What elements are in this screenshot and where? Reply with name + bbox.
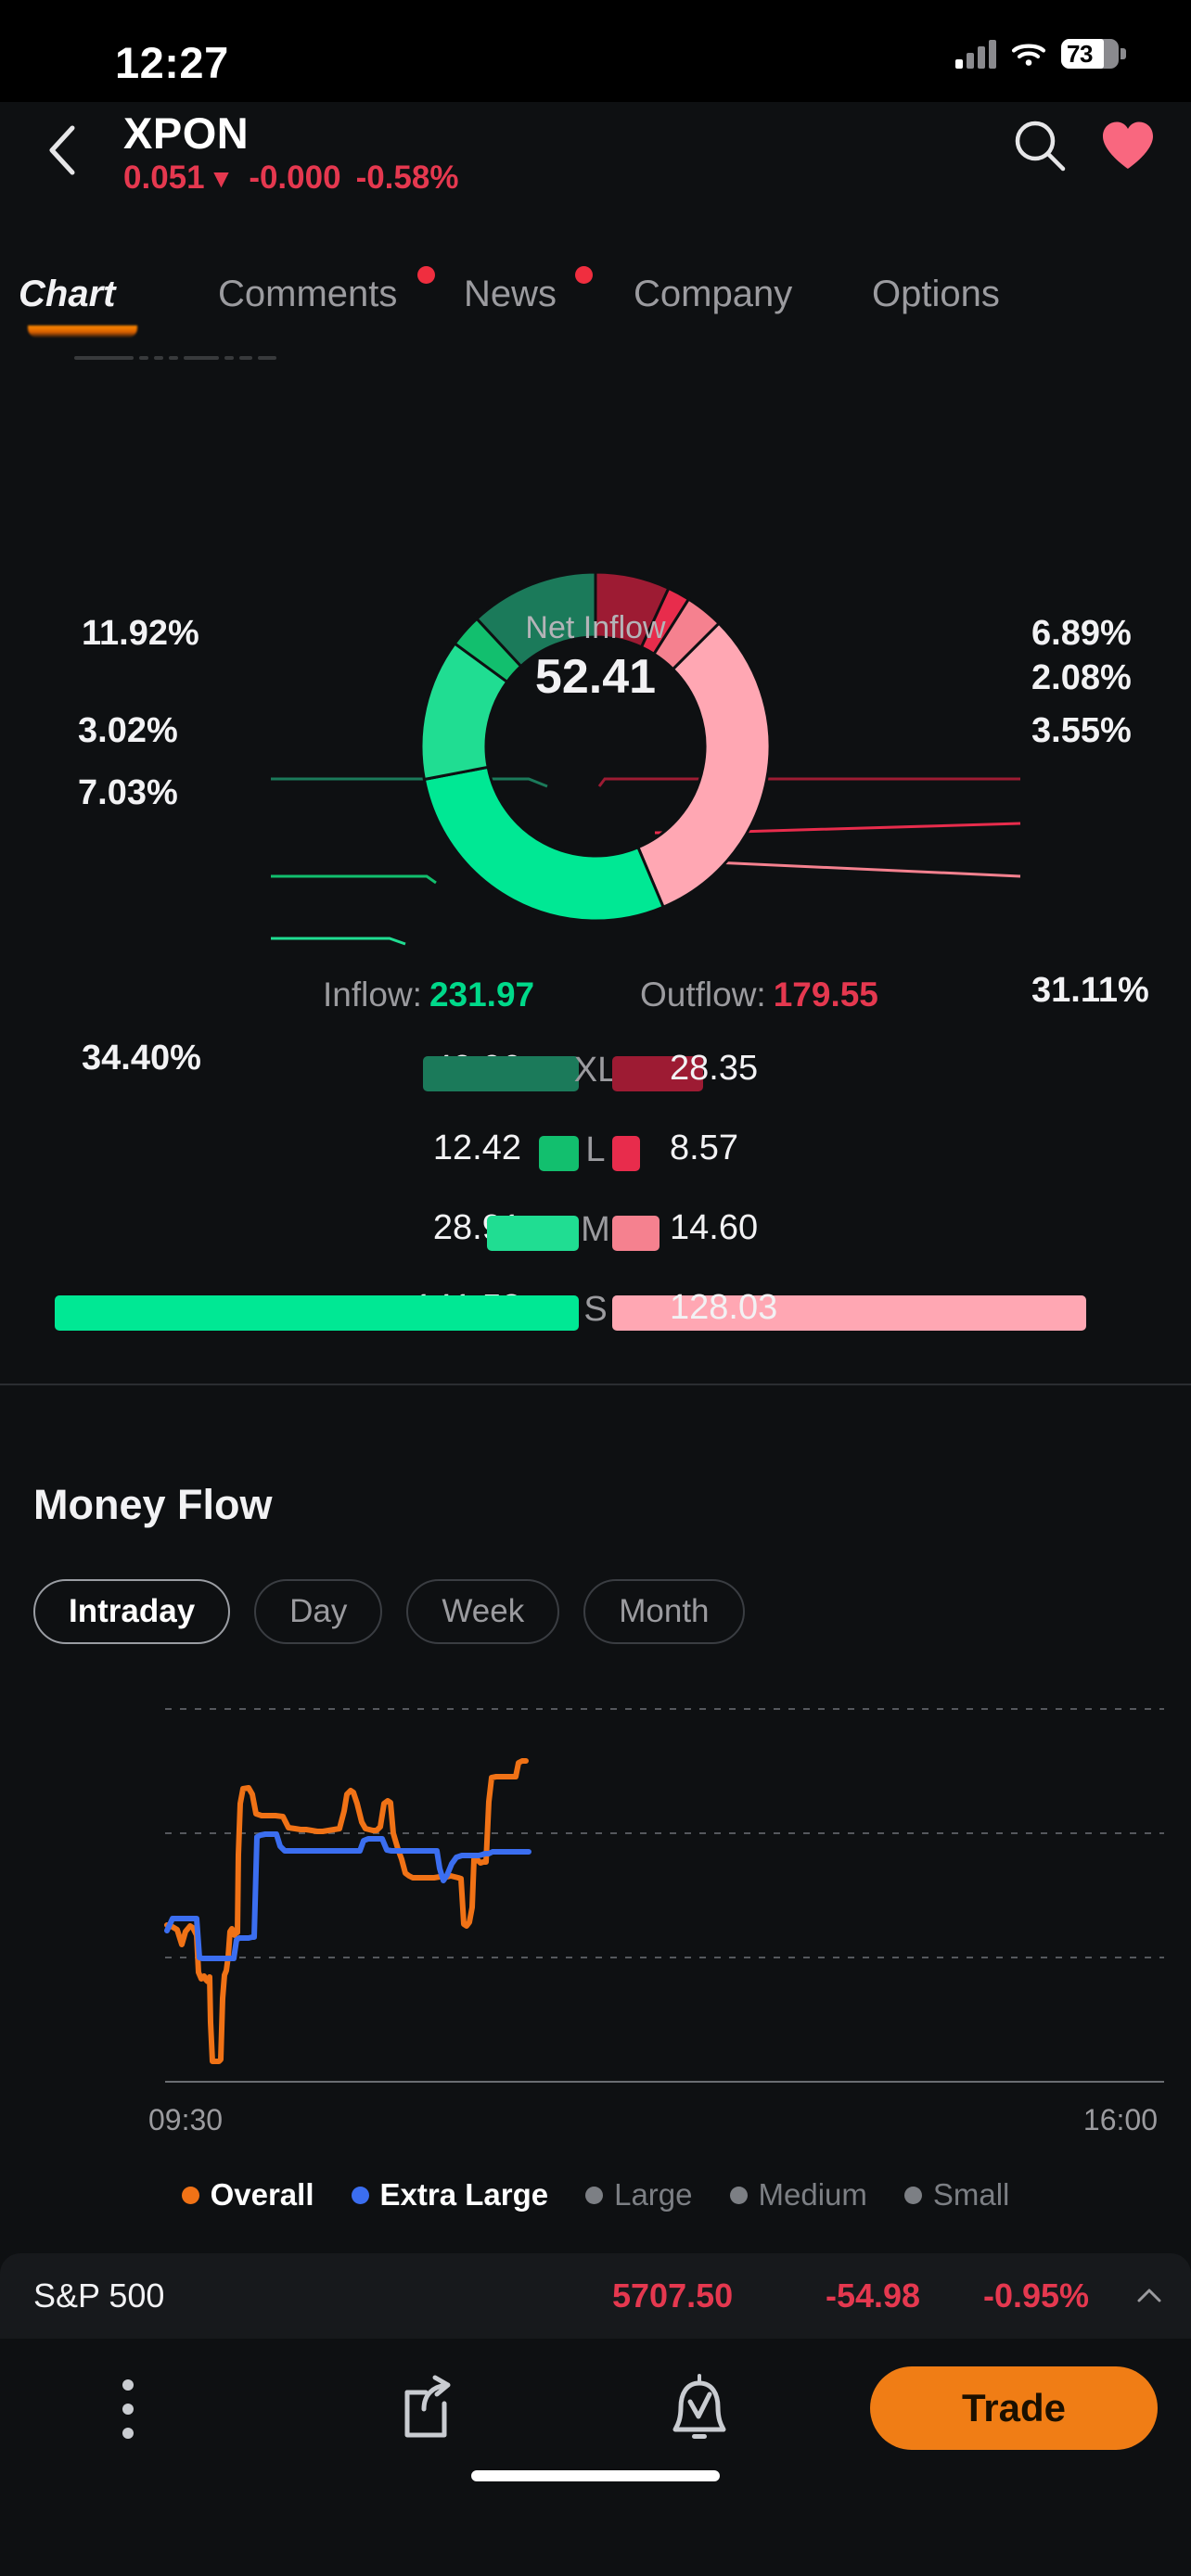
bar-category-m: M	[581, 1210, 610, 1249]
legend-extra-large[interactable]: Extra Large	[351, 2177, 549, 2213]
tab-news-badge	[575, 266, 593, 284]
index-name: S&P 500	[33, 2276, 165, 2315]
tab-comments-badge	[417, 266, 435, 284]
nav-header: XPON 0.051 ▼ -0.000 -0.58%	[0, 102, 1191, 202]
bar-category-l: L	[585, 1130, 606, 1169]
donut-label-xl-inflow: 11.92%	[82, 614, 199, 653]
index-ticker-bar[interactable]: S&P 500 5707.50 -54.98 -0.95%	[0, 2253, 1191, 2339]
donut-label-l-inflow: 3.02%	[78, 711, 178, 750]
quote-summary: 0.051 ▼ -0.000 -0.58%	[123, 159, 458, 197]
legend-label-overall: Overall	[210, 2177, 314, 2212]
x-axis-label-start: 09:30	[148, 2103, 224, 2136]
status-bar-icons: 73	[955, 39, 1126, 69]
tab-news[interactable]: News	[464, 274, 557, 315]
money-flow-line-chart[interactable]: 57.01K 23.31K -10.39K -44.09K	[0, 1692, 1191, 2091]
donut-label-m-inflow: 7.03%	[78, 773, 178, 812]
bar-category-xl: XL	[573, 1051, 618, 1090]
quote-change-percent: -0.58%	[355, 159, 459, 196]
donut-center-value: 52.41	[534, 650, 657, 704]
legend-label-large: Large	[614, 2177, 693, 2212]
series-overall-line	[164, 1758, 529, 2064]
legend-dot-extra-large	[351, 2186, 369, 2204]
heart-icon[interactable]	[1100, 120, 1156, 172]
period-intraday[interactable]: Intraday	[33, 1579, 231, 1644]
status-bar: 12:27 73	[0, 0, 1191, 102]
index-value: 5707.50	[612, 2276, 734, 2315]
legend-medium[interactable]: Medium	[729, 2177, 867, 2213]
legend-label-small: Small	[932, 2177, 1010, 2212]
x-axis-label-end: 16:00	[1082, 2103, 1158, 2136]
index-change: -54.98	[826, 2276, 921, 2315]
bar-value-outflow-xl: 28.35	[670, 1049, 759, 1088]
period-selector: Intraday Day Week Month	[33, 1579, 745, 1644]
legend-overall[interactable]: Overall	[181, 2177, 314, 2213]
back-button[interactable]	[30, 117, 96, 184]
flow-bar-chart: 49.06 XL 28.35 12.42 L 8.57 28.91 M 14.6…	[0, 1034, 1191, 1353]
bottom-toolbar: Trade	[0, 2339, 1191, 2506]
donut-label-m-outflow: 3.55%	[1031, 711, 1132, 750]
bar-value-outflow-l: 8.57	[670, 1129, 738, 1167]
flow-summary: Inflow: 231.97 Outflow: 179.55	[0, 976, 1191, 1031]
scrolled-content-edge	[74, 348, 315, 363]
tab-company[interactable]: Company	[634, 274, 792, 315]
inflow-value: 231.97	[429, 976, 535, 1014]
legend-label-medium: Medium	[758, 2177, 867, 2212]
legend-large[interactable]: Large	[585, 2177, 693, 2213]
bell-check-icon[interactable]	[670, 2372, 729, 2444]
period-week[interactable]: Week	[406, 1579, 560, 1644]
inflow-summary: Inflow: 231.97	[323, 976, 534, 1014]
section-divider	[0, 1384, 1191, 1385]
legend-dot-overall	[181, 2186, 199, 2204]
tab-options[interactable]: Options	[872, 274, 1000, 315]
quote-price: 0.051	[123, 159, 205, 196]
share-icon[interactable]	[394, 2374, 457, 2441]
bar-row-s: 141.58 S 128.03	[0, 1273, 1191, 1353]
tab-comments[interactable]: Comments	[218, 274, 397, 315]
legend-dot-medium	[729, 2186, 748, 2204]
period-month[interactable]: Month	[583, 1579, 745, 1644]
period-day[interactable]: Day	[254, 1579, 383, 1644]
inflow-label: Inflow:	[323, 976, 422, 1014]
nav-actions	[1011, 117, 1156, 174]
page-title: XPON	[123, 108, 250, 158]
donut-label-l-outflow: 2.08%	[1031, 658, 1132, 697]
battery-icon: 73	[1061, 39, 1126, 69]
tab-bar: Chart Comments News Company Options	[0, 266, 1191, 344]
chevron-up-icon[interactable]	[1135, 2282, 1163, 2310]
outflow-label: Outflow:	[640, 976, 766, 1014]
slice-s-inflow	[422, 765, 666, 923]
tab-active-indicator	[28, 325, 137, 338]
cellular-signal-icon	[955, 39, 996, 69]
donut-label-xl-outflow: 6.89%	[1031, 614, 1132, 653]
down-arrow-icon: ▼	[208, 164, 235, 193]
outflow-value: 179.55	[773, 976, 878, 1014]
app-root: 12:27 73 XPON 0.051 ▼ -0.000 -0.58% Char…	[0, 0, 1191, 2576]
bar-outflow-m	[612, 1216, 660, 1251]
battery-percent: 73	[1067, 39, 1093, 68]
legend-dot-small	[903, 2186, 922, 2204]
bar-row-m: 28.91 M 14.60	[0, 1193, 1191, 1273]
line-chart-svg	[164, 1708, 1164, 2083]
money-flow-title: Money Flow	[33, 1481, 273, 1528]
bar-outflow-l	[612, 1136, 640, 1171]
bar-row-xl: 49.06 XL 28.35	[0, 1034, 1191, 1114]
legend-dot-large	[585, 2186, 604, 2204]
search-icon[interactable]	[1011, 117, 1069, 174]
legend-label-extra-large: Extra Large	[379, 2177, 549, 2212]
home-indicator	[471, 2470, 720, 2481]
bar-value-outflow-m: 14.60	[670, 1208, 759, 1247]
money-flow-donut-chart: Net Inflow 52.41 11.92% 3.02% 7.03% 34.4…	[0, 371, 1191, 1078]
line-chart-legend: Overall Extra Large Large Medium Small	[0, 2177, 1191, 2213]
bar-value-outflow-s: 128.03	[670, 1288, 778, 1327]
status-bar-time: 12:27	[115, 38, 229, 87]
legend-small[interactable]: Small	[903, 2177, 1010, 2213]
trade-button[interactable]: Trade	[870, 2366, 1158, 2450]
tab-chart[interactable]: Chart	[19, 274, 115, 315]
index-change-percent: -0.95%	[983, 2276, 1090, 2315]
bar-row-l: 12.42 L 8.57	[0, 1114, 1191, 1193]
quote-change: -0.000	[249, 159, 341, 196]
wifi-icon	[1010, 40, 1047, 68]
outflow-summary: Outflow: 179.55	[640, 976, 878, 1014]
more-vertical-icon[interactable]	[122, 2379, 135, 2452]
